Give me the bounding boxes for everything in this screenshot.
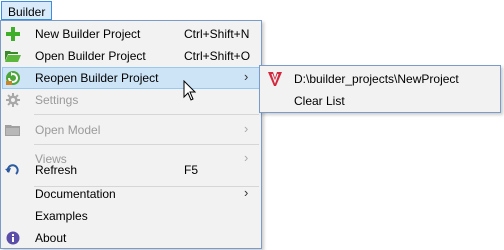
menubar-builder[interactable]: Builder	[1, 1, 53, 20]
menu-item-label: Settings	[35, 93, 79, 107]
plus-icon	[5, 26, 21, 42]
menu-item-new-builder-project[interactable]: New Builder Project Ctrl+Shift+N	[2, 23, 260, 45]
menu-item-label: Open Builder Project	[35, 49, 146, 63]
menu-item-open-builder-project[interactable]: Open Builder Project Ctrl+Shift+O	[2, 45, 260, 67]
menu-item-refresh[interactable]: Refresh F5	[2, 159, 260, 181]
mouse-cursor-icon	[183, 80, 197, 101]
reopen-icon	[5, 70, 21, 86]
chevron-right-icon: ›	[244, 185, 249, 200]
menu-item-documentation[interactable]: Documentation ›	[2, 183, 260, 205]
menu-item-reopen-builder-project[interactable]: Reopen Builder Project ›	[2, 67, 260, 89]
chevron-right-icon: ›	[244, 121, 249, 136]
menu-item-shortcut: Ctrl+Shift+N	[184, 27, 250, 41]
menu-item-settings[interactable]: Settings	[2, 89, 260, 111]
gear-icon	[5, 92, 21, 108]
menu-item-about[interactable]: About	[2, 227, 260, 249]
menu-item-label: Reopen Builder Project	[35, 71, 159, 85]
menu-separator	[34, 144, 259, 145]
menu-item-label: About	[35, 231, 67, 245]
menu-item-label: Refresh	[35, 163, 78, 177]
reopen-project-submenu: D:\builder_projects\NewProject Clear Lis…	[259, 65, 501, 113]
menu-item-open-model[interactable]: Open Model ›	[2, 119, 260, 141]
builder-menu: New Builder Project Ctrl+Shift+N Open Bu…	[0, 20, 262, 249]
submenu-item-recent-project[interactable]: D:\builder_projects\NewProject	[261, 68, 499, 90]
menu-item-shortcut: Ctrl+Shift+O	[184, 49, 251, 63]
submenu-item-label: Clear List	[294, 94, 345, 108]
menu-item-label: New Builder Project	[35, 27, 141, 41]
refresh-icon	[5, 162, 21, 178]
menu-item-shortcut: F5	[184, 163, 199, 177]
submenu-item-label: D:\builder_projects\NewProject	[294, 72, 459, 86]
menu-item-label: Open Model	[35, 123, 101, 137]
menu-item-label: Examples	[35, 209, 88, 223]
project-logo-icon	[267, 71, 283, 87]
submenu-item-clear-list[interactable]: Clear List	[261, 90, 499, 112]
menu-item-examples[interactable]: Examples	[2, 205, 260, 227]
folder-open-icon	[5, 48, 21, 64]
model-icon	[5, 122, 21, 138]
menu-item-label: Documentation	[35, 187, 116, 201]
info-icon	[5, 230, 21, 246]
chevron-right-icon: ›	[244, 69, 249, 84]
menu-separator	[34, 114, 259, 115]
